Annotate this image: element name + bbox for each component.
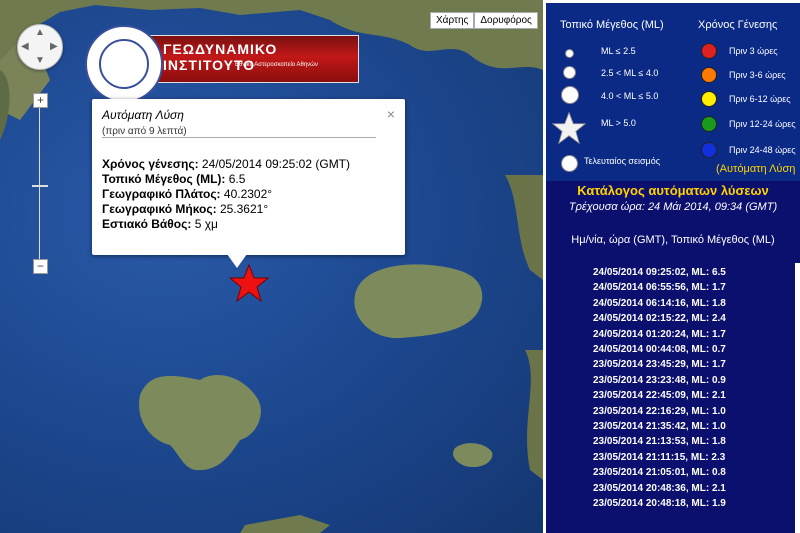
catalog-event-link[interactable]: 23/05/2014 20:48:36, ML: 2.1 xyxy=(593,481,726,496)
field-value: 5 χμ xyxy=(194,217,218,231)
catalog-event-link[interactable]: 23/05/2014 21:11:15, ML: 2.3 xyxy=(593,450,726,465)
field-label: Τοπικό Μέγεθος (ML): xyxy=(102,172,226,186)
logo-subtitle: Εθνικό Αστεροσκοπείο Αθηνών xyxy=(235,62,318,68)
pan-left-icon[interactable]: ◀ xyxy=(21,41,29,52)
field-label: Χρόνος γένεσης: xyxy=(102,157,199,171)
catalog-event-link[interactable]: 23/05/2014 22:45:09, ML: 2.1 xyxy=(593,388,726,403)
time-label-2: Πριν 3-6 ώρες xyxy=(729,70,786,80)
map-type-control: Χάρτης Δορυφόρος xyxy=(430,12,538,29)
info-subtitle: (πριν από 9 λεπτά) xyxy=(102,126,187,137)
magnitude-small-icon xyxy=(565,49,574,58)
magnitude-star-icon xyxy=(552,111,586,145)
catalog-event-link[interactable]: 23/05/2014 21:05:01, ML: 0.8 xyxy=(593,465,726,480)
zoom-out-button[interactable]: − xyxy=(33,259,48,274)
info-title: Αυτόματη Λύση xyxy=(102,108,184,122)
field-value: 40.2302° xyxy=(223,187,273,201)
yellow-dot-icon xyxy=(701,91,717,107)
field-value: 6.5 xyxy=(228,172,246,186)
logo-seal-icon xyxy=(85,25,163,103)
catalog-event-link[interactable]: 24/05/2014 06:55:56, ML: 1.7 xyxy=(593,280,726,295)
time-label-1: Πριν 3 ώρες xyxy=(729,46,778,56)
info-row-longitude: Γεωγραφικό Μήκος: 25.3621° xyxy=(102,202,350,217)
legend-magnitude-header: Τοπικό Μέγεθος (ML) xyxy=(560,19,664,31)
catalog-event-link[interactable]: 23/05/2014 23:45:29, ML: 1.7 xyxy=(593,357,726,372)
zoom-slider-handle[interactable] xyxy=(32,185,48,187)
map-view[interactable]: Χάρτης Δορυφόρος ▲ ▼ ◀ ▶ + − ΓΕΩΔΥΝΑΜΙΚΟ… xyxy=(0,0,543,533)
side-panel: Τοπικό Μέγεθος (ML) Χρόνος Γένεσης ML ≤ … xyxy=(543,0,800,533)
close-icon[interactable]: × xyxy=(387,106,395,122)
earthquake-info-window: Αυτόματη Λύση (πριν από 9 λεπτά) × Χρόνο… xyxy=(92,99,405,268)
field-label: Εστιακό Βάθος: xyxy=(102,217,192,231)
map-type-map-button[interactable]: Χάρτης xyxy=(430,12,475,29)
zoom-slider-track[interactable] xyxy=(39,100,40,265)
pan-up-icon[interactable]: ▲ xyxy=(35,27,45,38)
time-label-4: Πριν 12-24 ώρες xyxy=(729,119,796,129)
catalog-event-link[interactable]: 24/05/2014 01:20:24, ML: 1.7 xyxy=(593,327,726,342)
latest-event-label: Τελευταίος σεισμός xyxy=(584,156,661,166)
institute-logo: ΓΕΩΔΥΝΑΜΙΚΟ ΙΝΣΤΙΤΟΥΤΟ Εθνικό Αστεροσκοπ… xyxy=(85,25,360,103)
field-value: 25.3621° xyxy=(219,202,269,216)
catalog-title: Κατάλογος αυτόματων λύσεων xyxy=(577,183,769,198)
catalog-current-time: Τρέχουσα ώρα: 24 Μάι 2014, 09:34 (GMT) xyxy=(568,201,778,213)
time-label-3: Πριν 6-12 ώρες xyxy=(729,94,791,104)
orange-dot-icon xyxy=(701,67,717,83)
legend: Τοπικό Μέγεθος (ML) Χρόνος Γένεσης ML ≤ … xyxy=(546,3,800,181)
pan-control[interactable]: ▲ ▼ ◀ ▶ xyxy=(17,24,63,70)
catalog-event-link[interactable]: 24/05/2014 09:25:02, ML: 6.5 xyxy=(593,265,726,280)
pan-right-icon[interactable]: ▶ xyxy=(50,41,58,52)
magnitude-label-1: ML ≤ 2.5 xyxy=(601,46,636,56)
zoom-in-button[interactable]: + xyxy=(33,93,48,108)
catalog-event-link[interactable]: 23/05/2014 23:23:48, ML: 0.9 xyxy=(593,373,726,388)
info-divider xyxy=(102,137,376,138)
info-row-depth: Εστιακό Βάθος: 5 χμ xyxy=(102,217,350,232)
map-type-satellite-button[interactable]: Δορυφόρος xyxy=(474,12,538,29)
magnitude-large-icon xyxy=(561,86,579,104)
legend-time-header: Χρόνος Γένεσης xyxy=(698,19,778,31)
catalog-event-link[interactable]: 24/05/2014 06:14:16, ML: 1.8 xyxy=(593,296,726,311)
blue-dot-icon xyxy=(701,142,717,158)
info-row-latitude: Γεωγραφικό Πλάτος: 40.2302° xyxy=(102,187,350,202)
catalog-event-link[interactable]: 23/05/2014 20:48:18, ML: 1.9 xyxy=(593,496,726,511)
catalog-event-link[interactable]: 23/05/2014 21:35:42, ML: 1.0 xyxy=(593,419,726,434)
info-row-magnitude: Τοπικό Μέγεθος (ML): 6.5 xyxy=(102,172,350,187)
catalog-list: 24/05/2014 09:25:02, ML: 6.5 24/05/2014 0… xyxy=(593,265,726,512)
info-fields: Χρόνος γένεσης: 24/05/2014 09:25:02 (GMT… xyxy=(102,157,350,232)
info-row-origin-time: Χρόνος γένεσης: 24/05/2014 09:25:02 (GMT… xyxy=(102,157,350,172)
catalog-scrollbar[interactable] xyxy=(795,263,800,533)
time-label-5: Πριν 24-48 ώρες xyxy=(729,145,796,155)
pan-down-icon[interactable]: ▼ xyxy=(35,55,45,66)
field-value: 24/05/2014 09:25:02 (GMT) xyxy=(201,157,351,171)
catalog-event-link[interactable]: 24/05/2014 00:44:08, ML: 0.7 xyxy=(593,342,726,357)
catalog-header: Ημ/νία, ώρα (GMT), Τοπικό Μέγεθος (ML) xyxy=(571,234,775,246)
auto-solution-note: (Αυτόματη Λύση xyxy=(716,163,796,175)
magnitude-label-3: 4.0 < ML ≤ 5.0 xyxy=(601,91,659,101)
logo-title: ΓΕΩΔΥΝΑΜΙΚΟ ΙΝΣΤΙΤΟΥΤΟ xyxy=(163,41,278,73)
event-catalog: Κατάλογος αυτόματων λύσεων Τρέχουσα ώρα:… xyxy=(546,181,800,533)
magnitude-medium-icon xyxy=(563,66,576,79)
magnitude-label-2: 2.5 < ML ≤ 4.0 xyxy=(601,68,659,78)
magnitude-label-4: ML > 5.0 xyxy=(601,118,636,128)
red-dot-icon xyxy=(701,43,717,59)
catalog-event-link[interactable]: 24/05/2014 02:15:22, ML: 2.4 xyxy=(593,311,726,326)
green-dot-icon xyxy=(701,116,717,132)
latest-event-icon xyxy=(561,155,578,172)
catalog-event-link[interactable]: 23/05/2014 21:13:53, ML: 1.8 xyxy=(593,434,726,449)
earthquake-star-marker-icon[interactable] xyxy=(229,264,269,302)
field-label: Γεωγραφικό Μήκος: xyxy=(102,202,217,216)
catalog-event-link[interactable]: 23/05/2014 22:16:29, ML: 1.0 xyxy=(593,404,726,419)
field-label: Γεωγραφικό Πλάτος: xyxy=(102,187,221,201)
